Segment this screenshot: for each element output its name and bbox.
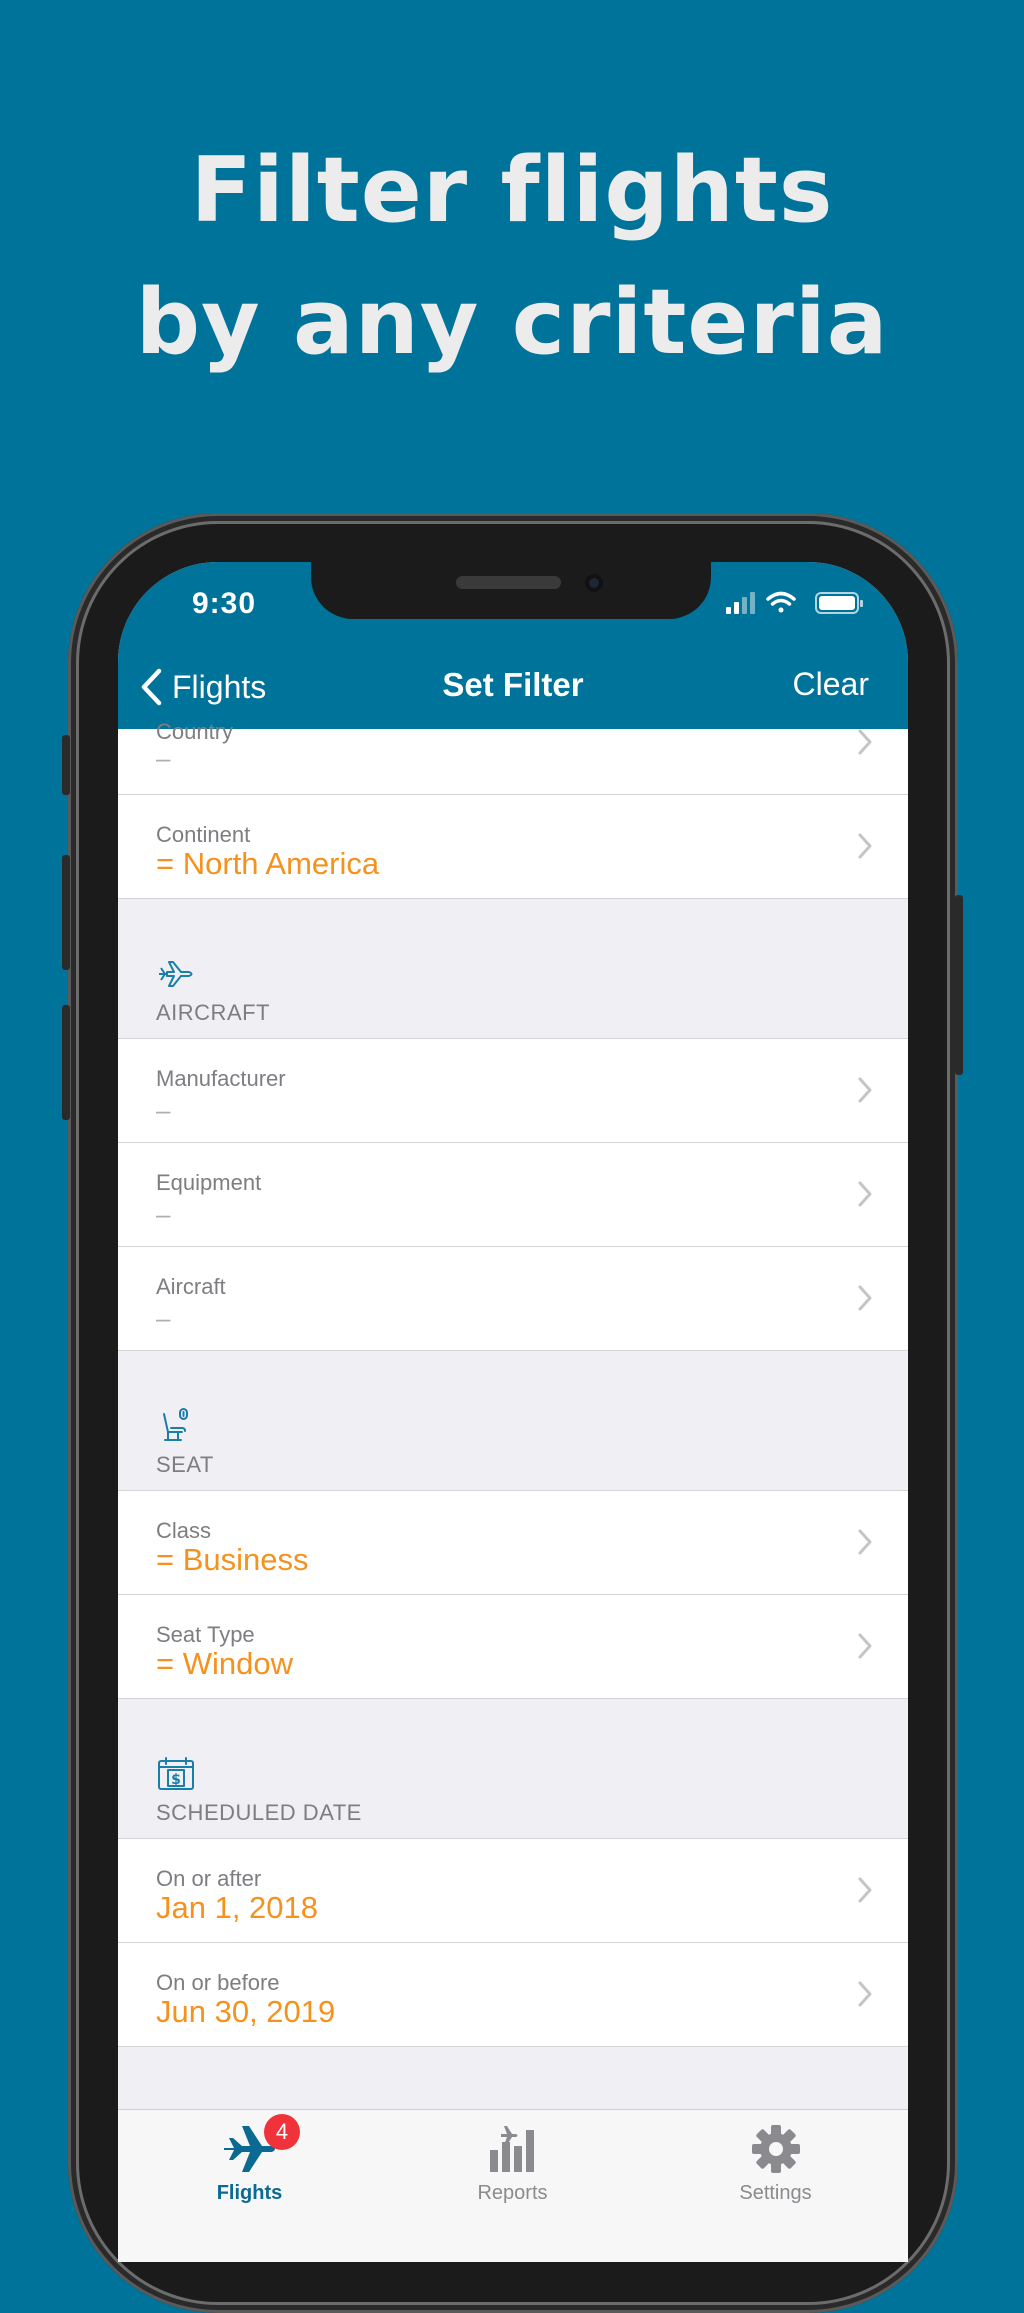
phone-volume-down-button xyxy=(62,1005,70,1120)
section-header-seat: SEAT xyxy=(118,1351,908,1491)
chevron-right-icon xyxy=(858,1285,872,1311)
row-value: = North America xyxy=(156,846,380,881)
chevron-right-icon xyxy=(858,1981,872,2007)
row-value: – xyxy=(156,743,171,773)
airplane-icon xyxy=(159,961,193,987)
section-title: SEAT xyxy=(156,1452,214,1477)
filter-list: Country – Continent = North America AIRC… xyxy=(118,719,908,2047)
row-label: Country xyxy=(156,719,234,744)
headline-line-1: Filter flights xyxy=(190,138,834,243)
clear-button[interactable]: Clear xyxy=(793,666,869,703)
section-title: AIRCRAFT xyxy=(156,1000,270,1025)
notch xyxy=(311,562,711,619)
filter-row-aircraft[interactable]: Aircraft – xyxy=(118,1247,908,1351)
section-header-scheduled-date: $ SCHEDULED DATE xyxy=(118,1699,908,1839)
tab-reports[interactable]: Reports xyxy=(381,2110,644,2262)
tab-flights[interactable]: 4 Flights xyxy=(118,2110,381,2262)
tab-label: Settings xyxy=(739,2182,812,2204)
row-value: – xyxy=(156,1303,171,1333)
row-value: – xyxy=(156,1199,171,1229)
bar-chart-icon xyxy=(489,2126,534,2172)
chevron-right-icon xyxy=(858,1529,872,1555)
speaker xyxy=(456,576,561,589)
tab-bar: 4 Flights Reports Settings xyxy=(118,2109,908,2262)
phone-screen: 9:30 Flights Set Filter Clear Country – xyxy=(118,562,908,2262)
section-header-aircraft: AIRCRAFT xyxy=(118,899,908,1039)
chevron-right-icon xyxy=(858,833,872,859)
section-title: SCHEDULED DATE xyxy=(156,1800,362,1825)
row-value: = Business xyxy=(156,1542,309,1577)
row-label: On or before xyxy=(156,1970,280,1995)
seat-icon xyxy=(163,1408,188,1441)
svg-text:$: $ xyxy=(171,1772,181,1788)
notification-badge: 4 xyxy=(264,2114,300,2150)
status-time: 9:30 xyxy=(192,587,257,620)
chevron-right-icon xyxy=(858,1633,872,1659)
row-label: Manufacturer xyxy=(156,1066,286,1091)
filter-row-seat-type[interactable]: Seat Type = Window xyxy=(118,1595,908,1699)
filter-row-continent[interactable]: Continent = North America xyxy=(118,795,908,899)
back-button-label: Flights xyxy=(172,668,267,705)
chevron-left-icon xyxy=(141,668,162,706)
row-value: Jun 30, 2019 xyxy=(156,1994,336,2029)
filter-row-on-or-before[interactable]: On or before Jun 30, 2019 xyxy=(118,1943,908,2047)
filter-row-manufacturer[interactable]: Manufacturer – xyxy=(118,1039,908,1143)
tab-settings[interactable]: Settings xyxy=(644,2110,907,2262)
front-camera xyxy=(585,574,603,592)
phone-silent-switch xyxy=(62,735,70,795)
phone-volume-up-button xyxy=(62,855,70,970)
filter-row-country[interactable]: Country – xyxy=(118,719,908,795)
headline: Filter flights by any criteria xyxy=(0,125,1024,389)
status-icons xyxy=(726,591,863,614)
chevron-right-icon xyxy=(858,1077,872,1103)
wifi-icon xyxy=(766,591,796,613)
row-label: Aircraft xyxy=(156,1274,226,1299)
gear-icon xyxy=(751,2125,800,2173)
calendar-icon: $ xyxy=(158,1757,194,1790)
tab-label: Reports xyxy=(477,2182,548,2204)
battery-icon xyxy=(815,592,863,614)
row-label: Continent xyxy=(156,822,251,847)
row-label: Seat Type xyxy=(156,1622,255,1647)
tab-label: Flights xyxy=(216,2182,283,2204)
back-button[interactable]: Flights xyxy=(140,662,266,712)
row-label: On or after xyxy=(156,1866,262,1891)
row-value: = Window xyxy=(156,1646,293,1681)
headline-line-2: by any criteria xyxy=(135,270,889,375)
chevron-right-icon xyxy=(858,729,872,755)
filter-row-on-or-after[interactable]: On or after Jan 1, 2018 xyxy=(118,1839,908,1943)
phone-power-button xyxy=(955,895,963,1075)
chevron-right-icon xyxy=(858,1181,872,1207)
row-value: Jan 1, 2018 xyxy=(156,1890,319,1925)
filter-row-class[interactable]: Class = Business xyxy=(118,1491,908,1595)
cellular-signal-icon xyxy=(726,592,755,614)
row-label: Class xyxy=(156,1518,212,1543)
chevron-right-icon xyxy=(858,1877,872,1903)
row-value: – xyxy=(156,1095,171,1125)
row-label: Equipment xyxy=(156,1170,262,1195)
filter-row-equipment[interactable]: Equipment – xyxy=(118,1143,908,1247)
